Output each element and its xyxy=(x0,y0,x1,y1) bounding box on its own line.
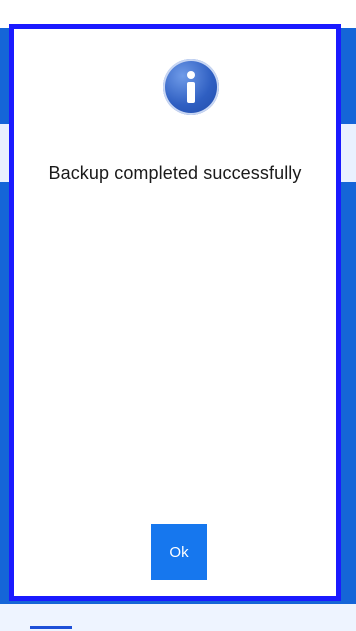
info-icon xyxy=(163,59,219,115)
dialog-message: Backup completed successfully xyxy=(48,163,302,183)
footer-tab-indicator xyxy=(30,626,72,629)
background-footer xyxy=(0,604,356,631)
backup-dialog: Backup completed successfully Ok xyxy=(9,24,341,601)
ok-button[interactable]: Ok xyxy=(151,524,207,580)
app-screen: Backup completed successfully Ok xyxy=(0,0,356,631)
